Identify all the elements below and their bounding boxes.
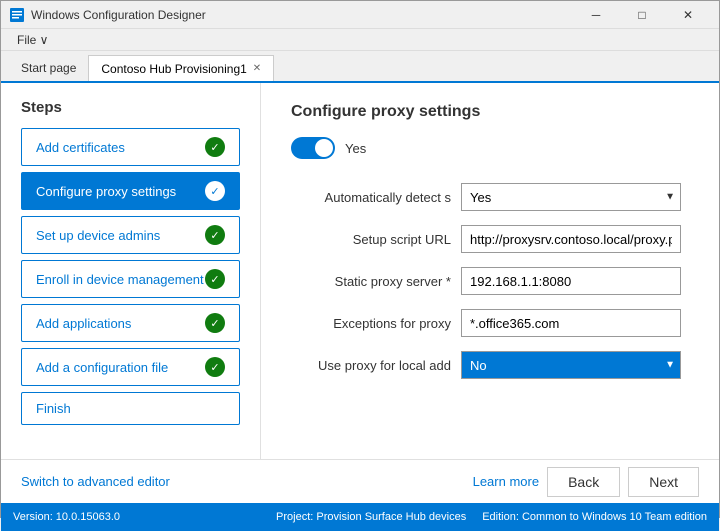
next-button[interactable]: Next <box>628 467 699 497</box>
file-menu[interactable]: File ∨ <box>9 31 56 49</box>
select-wrapper-local-proxy: No Yes ▼ <box>461 351 681 379</box>
label-static-proxy: Static proxy server * <box>291 274 451 289</box>
input-exceptions[interactable] <box>461 309 681 337</box>
maximize-button[interactable]: □ <box>619 1 665 29</box>
configure-title: Configure proxy settings <box>291 103 689 121</box>
steps-panel: Steps Add certificates ✓ Configure proxy… <box>1 83 261 459</box>
step-enroll-device[interactable]: Enroll in device management ✓ <box>21 260 240 298</box>
version-text: Version: 10.0.15063.0 <box>13 511 120 523</box>
advanced-editor-button[interactable]: Switch to advanced editor <box>21 474 170 489</box>
step-4-check-icon: ✓ <box>205 313 225 333</box>
form-row-static-proxy: Static proxy server * <box>291 267 689 295</box>
minimize-button[interactable]: ─ <box>573 1 619 29</box>
edition-text: Edition: Common to Windows 10 Team editi… <box>482 511 707 523</box>
close-button[interactable]: ✕ <box>665 1 711 29</box>
step-3-check-icon: ✓ <box>205 269 225 289</box>
step-0-check-icon: ✓ <box>205 137 225 157</box>
step-configure-proxy[interactable]: Configure proxy settings ✓ <box>21 172 240 210</box>
step-2-check-icon: ✓ <box>205 225 225 245</box>
main-content: Steps Add certificates ✓ Configure proxy… <box>1 83 719 459</box>
input-script-url[interactable] <box>461 225 681 253</box>
form-row-auto-detect: Automatically detect s Yes No ▼ <box>291 183 689 211</box>
proxy-toggle[interactable] <box>291 137 335 159</box>
step-add-applications[interactable]: Add applications ✓ <box>21 304 240 342</box>
menu-bar: File ∨ <box>1 29 719 51</box>
label-script-url: Setup script URL <box>291 232 451 247</box>
step-finish[interactable]: Finish <box>21 392 240 425</box>
step-1-check-icon: ✓ <box>205 181 225 201</box>
title-bar-left: Windows Configuration Designer <box>9 7 206 23</box>
bottom-left: Switch to advanced editor <box>21 474 170 489</box>
select-auto-detect[interactable]: Yes No <box>461 183 681 211</box>
bottom-right: Learn more Back Next <box>473 467 699 497</box>
form-row-script-url: Setup script URL <box>291 225 689 253</box>
tab-start-page[interactable]: Start page <box>9 55 88 81</box>
status-bar: Version: 10.0.15063.0 Project: Provision… <box>1 503 719 531</box>
app-icon <box>9 7 25 23</box>
toggle-label: Yes <box>345 141 366 156</box>
configure-panel: Configure proxy settings Yes Automatical… <box>261 83 719 459</box>
project-text: Project: Provision Surface Hub devices <box>276 511 466 523</box>
form-row-local-proxy: Use proxy for local add No Yes ▼ <box>291 351 689 379</box>
label-exceptions: Exceptions for proxy <box>291 316 451 331</box>
step-set-up-admins[interactable]: Set up device admins ✓ <box>21 216 240 254</box>
bottom-toolbar: Switch to advanced editor Learn more Bac… <box>1 459 719 503</box>
form-row-exceptions: Exceptions for proxy <box>291 309 689 337</box>
input-wrapper-exceptions <box>461 309 681 337</box>
step-add-certificates[interactable]: Add certificates ✓ <box>21 128 240 166</box>
learn-more-button[interactable]: Learn more <box>473 474 539 489</box>
toggle-row: Yes <box>291 137 689 159</box>
label-auto-detect: Automatically detect s <box>291 190 451 205</box>
status-section: Project: Provision Surface Hub devices E… <box>276 511 707 523</box>
input-wrapper-static-proxy <box>461 267 681 295</box>
tab-close-button[interactable]: ✕ <box>253 63 261 74</box>
input-wrapper-script-url <box>461 225 681 253</box>
steps-title: Steps <box>21 99 240 116</box>
title-bar: Windows Configuration Designer ─ □ ✕ <box>1 1 719 29</box>
step-add-config-file[interactable]: Add a configuration file ✓ <box>21 348 240 386</box>
label-local-proxy: Use proxy for local add <box>291 358 451 373</box>
back-button[interactable]: Back <box>547 467 620 497</box>
title-bar-controls: ─ □ ✕ <box>573 1 711 29</box>
input-static-proxy[interactable] <box>461 267 681 295</box>
select-local-proxy[interactable]: No Yes <box>461 351 681 379</box>
tab-bar: Start page Contoso Hub Provisioning1 ✕ <box>1 51 719 83</box>
app-title: Windows Configuration Designer <box>31 8 206 22</box>
toggle-knob <box>315 139 333 157</box>
select-wrapper-auto-detect: Yes No ▼ <box>461 183 681 211</box>
tab-provisioning[interactable]: Contoso Hub Provisioning1 ✕ <box>88 55 274 81</box>
step-5-check-icon: ✓ <box>205 357 225 377</box>
